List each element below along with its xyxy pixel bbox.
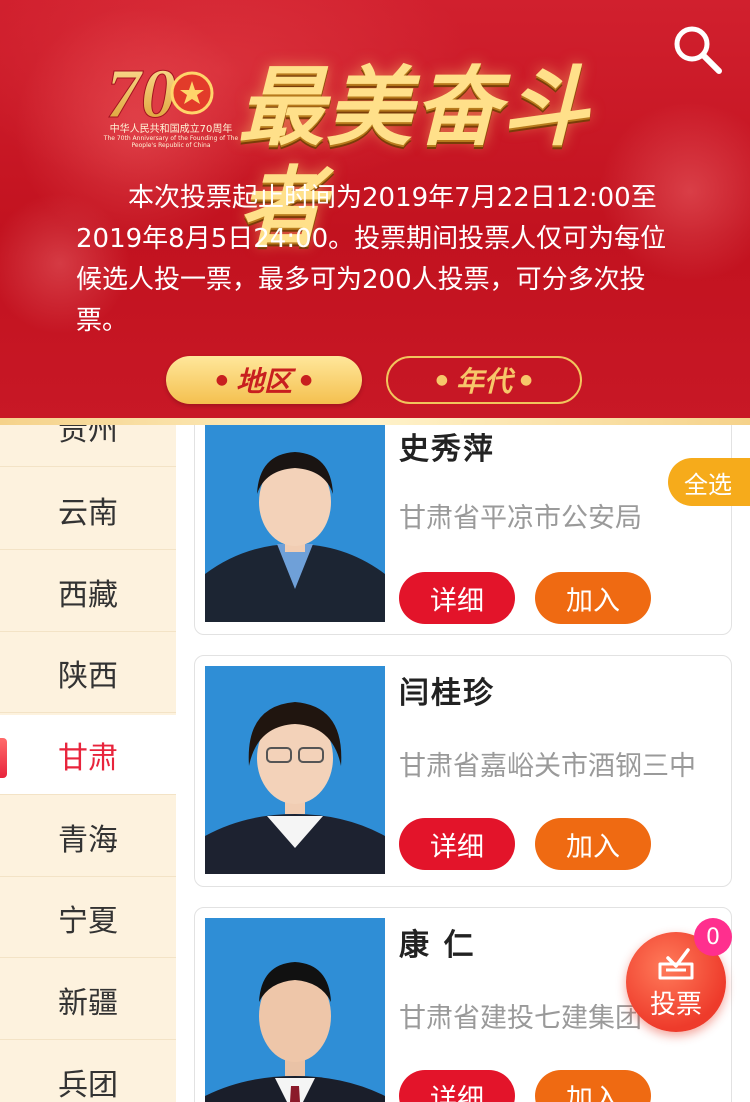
filter-era-button[interactable]: ● 年代 ● — [386, 356, 582, 404]
dot-icon: ● — [520, 372, 533, 388]
candidate-name: 史秀萍 — [399, 432, 495, 467]
vote-count-badge: 0 — [694, 918, 732, 956]
candidate-card: 史秀萍 甘肃省平凉市公安局 详细 加入 — [194, 425, 732, 635]
dot-icon: ● — [215, 372, 228, 388]
sidebar-item-label: 西藏 — [58, 577, 118, 613]
dot-icon: ● — [300, 372, 313, 388]
sidebar-item-bingtuan[interactable]: 兵团 — [0, 1042, 176, 1102]
sidebar-item-label: 新疆 — [58, 985, 118, 1021]
join-button[interactable]: 加入 — [535, 1070, 651, 1102]
vote-button-label: 投票 — [649, 990, 702, 1020]
detail-button[interactable]: 详细 — [399, 1070, 515, 1102]
sidebar-item-xizang[interactable]: 西藏 — [0, 552, 176, 632]
sidebar-item-label: 陕西 — [58, 658, 118, 694]
candidate-photo — [205, 666, 385, 874]
active-indicator — [0, 738, 7, 778]
candidate-org: 甘肃省平凉市公安局 — [399, 503, 642, 534]
filter-region-label: 地区 — [235, 365, 292, 398]
candidate-photo — [205, 425, 385, 622]
sidebar-item-xinjiang[interactable]: 新疆 — [0, 960, 176, 1040]
header-divider — [0, 418, 750, 425]
sidebar-item-label: 兵团 — [58, 1067, 118, 1102]
sidebar-item-yunnan[interactable]: 云南 — [0, 470, 176, 550]
logo-caption-en: The 70th Anniversary of the Founding of … — [103, 135, 239, 149]
header-banner: 70 中华人民共和国成立70周年 The 70th Anniversary of… — [0, 0, 750, 425]
detail-button[interactable]: 详细 — [399, 818, 515, 870]
candidate-name: 闫桂珍 — [399, 676, 495, 711]
candidate-name: 康 仁 — [399, 928, 476, 963]
sidebar-item-label: 云南 — [58, 495, 118, 531]
detail-button[interactable]: 详细 — [399, 572, 515, 624]
join-button[interactable]: 加入 — [535, 818, 651, 870]
sidebar-item-label: 甘肃 — [58, 740, 118, 776]
ballot-box-icon — [658, 948, 694, 980]
sidebar-item-gansu[interactable]: 甘肃 — [0, 715, 176, 795]
filter-region-button[interactable]: ● 地区 ● — [166, 356, 362, 404]
sidebar-item-label: 贵州 — [58, 425, 118, 448]
region-sidebar[interactable]: 贵州 云南 西藏 陕西 甘肃 青海 宁夏 新疆 兵团 — [0, 425, 176, 1102]
sidebar-item-shaanxi[interactable]: 陕西 — [0, 633, 176, 713]
page-title: 最美奋斗者 — [238, 57, 590, 258]
candidate-org: 甘肃省建投七建集团 — [399, 1003, 642, 1034]
sidebar-item-guizhou[interactable]: 贵州 — [0, 425, 176, 467]
filter-era-label: 年代 — [455, 365, 512, 398]
candidate-card: 闫桂珍 甘肃省嘉峪关市酒钢三中 详细 加入 — [194, 655, 732, 887]
join-button[interactable]: 加入 — [535, 572, 651, 624]
search-icon[interactable] — [670, 22, 724, 76]
candidate-photo — [205, 918, 385, 1102]
sidebar-item-label: 青海 — [58, 822, 118, 858]
logo-caption: 中华人民共和国成立70周年 The 70th Anniversary of th… — [96, 124, 246, 149]
dot-icon: ● — [435, 372, 448, 388]
sidebar-item-ningxia[interactable]: 宁夏 — [0, 878, 176, 958]
logo-number: 70 — [106, 56, 176, 133]
candidate-org: 甘肃省嘉峪关市酒钢三中 — [399, 751, 696, 782]
vote-intro-text: 本次投票起止时间为2019年7月22日12:00至2019年8月5日24:00。… — [76, 183, 667, 336]
sidebar-item-qinghai[interactable]: 青海 — [0, 797, 176, 877]
logo-caption-cn: 中华人民共和国成立70周年 — [109, 124, 233, 135]
select-all-button[interactable]: 全选 — [668, 458, 750, 506]
sidebar-item-label: 宁夏 — [58, 903, 118, 939]
